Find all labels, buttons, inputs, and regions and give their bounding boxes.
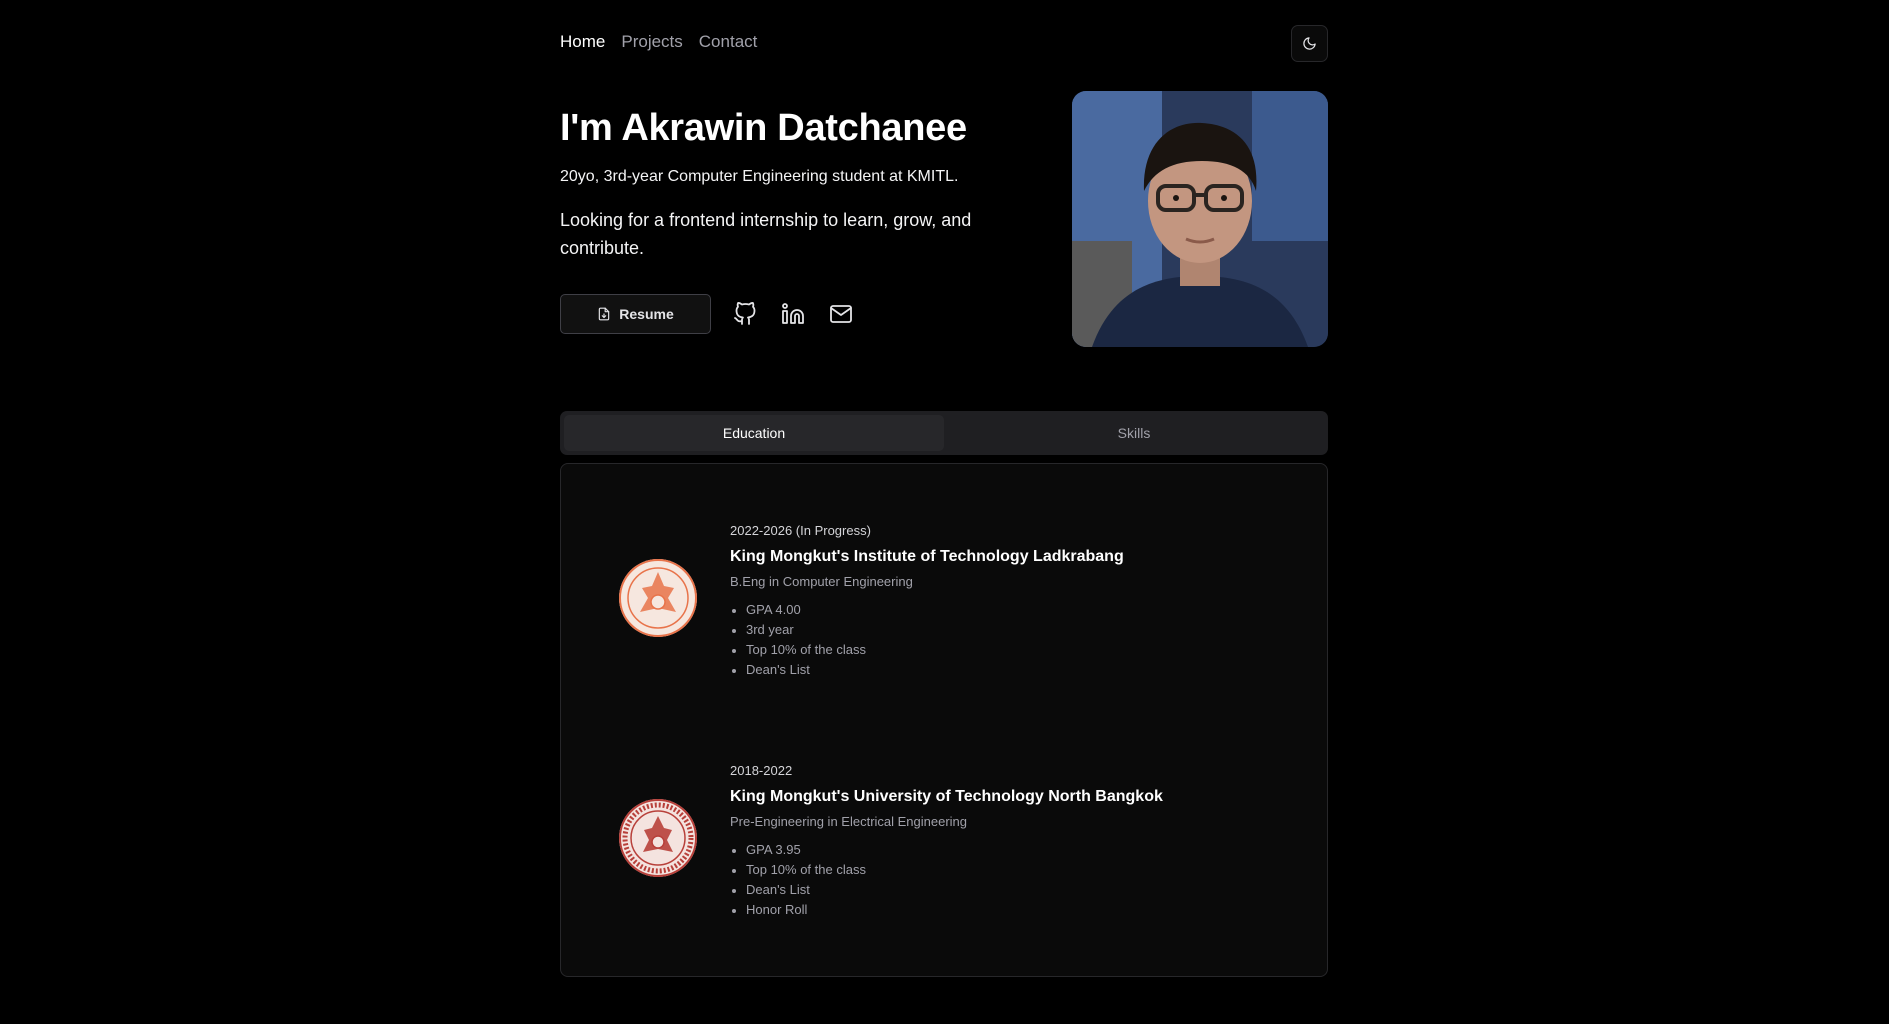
- hero-title: I'm Akrawin Datchanee: [560, 107, 967, 149]
- nav-link-contact[interactable]: Contact: [699, 30, 758, 54]
- hero-actions: Resume: [560, 294, 855, 334]
- section-tabs: Education Skills: [560, 411, 1328, 455]
- university-seal-icon: [618, 558, 698, 638]
- profile-photo: [1072, 91, 1328, 347]
- education-highlights: GPA 3.95 Top 10% of the class Dean's Lis…: [730, 840, 1163, 920]
- university-seal-icon: [618, 798, 698, 878]
- list-item: GPA 3.95: [730, 840, 1163, 860]
- resume-button[interactable]: Resume: [560, 294, 711, 334]
- school-name: King Mongkut's Institute of Technology L…: [730, 548, 1124, 565]
- moon-icon: [1303, 37, 1316, 50]
- list-item: Dean's List: [730, 880, 1163, 900]
- github-link[interactable]: [731, 300, 759, 328]
- education-period: 2022-2026 (In Progress): [730, 523, 871, 538]
- top-nav: Home Projects Contact: [560, 25, 1328, 62]
- list-item: Dean's List: [730, 660, 1124, 680]
- degree: B.Eng in Computer Engineering: [730, 574, 913, 589]
- email-link[interactable]: [827, 300, 855, 328]
- list-item: Top 10% of the class: [730, 860, 1163, 880]
- nav-link-projects[interactable]: Projects: [621, 30, 682, 54]
- list-item: Honor Roll: [730, 900, 1163, 920]
- tab-education[interactable]: Education: [564, 415, 944, 451]
- github-icon: [734, 302, 756, 325]
- school-name: King Mongkut's University of Technology …: [730, 788, 1163, 805]
- mail-icon: [830, 305, 852, 323]
- education-card: 2022-2026 (In Progress) King Mongkut's I…: [560, 463, 1328, 977]
- resume-label: Resume: [619, 306, 674, 322]
- hero-description: Looking for a frontend internship to lea…: [560, 210, 972, 258]
- linkedin-link[interactable]: [779, 300, 807, 328]
- degree: Pre-Engineering in Electrical Engineerin…: [730, 814, 968, 829]
- tab-skills[interactable]: Skills: [944, 415, 1324, 451]
- list-item: Top 10% of the class: [730, 640, 1124, 660]
- list-item: 3rd year: [730, 620, 1124, 640]
- linkedin-icon: [782, 303, 804, 324]
- education-highlights: GPA 4.00 3rd year Top 10% of the class D…: [730, 600, 1124, 680]
- hero-subtitle: 20yo, 3rd-year Computer Engineering stud…: [560, 168, 959, 185]
- nav-link-home[interactable]: Home: [560, 30, 605, 54]
- file-download-icon: [599, 307, 610, 321]
- education-period: 2018-2022: [730, 763, 793, 778]
- theme-toggle-button[interactable]: [1291, 25, 1328, 62]
- list-item: GPA 4.00: [730, 600, 1124, 620]
